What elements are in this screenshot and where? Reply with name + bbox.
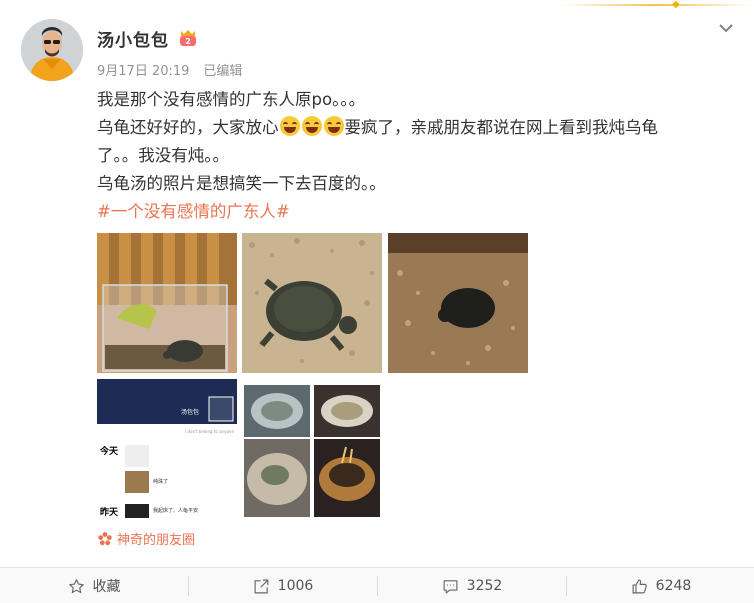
hashtag-link[interactable]: #一个没有感情的广东人# (97, 198, 717, 226)
source-label: 神奇的朋友圈 (117, 533, 196, 548)
thumb-motto: I don't belong to anyone (185, 429, 234, 434)
post-line-2a: 乌龟还好好的，大家放心 (97, 118, 279, 137)
comment-icon (443, 579, 458, 593)
thumb-yesterday: 昨天 (100, 508, 119, 518)
photo-3[interactable] (388, 233, 528, 373)
thumb-yesterday-note: 我起床了。人龟平安 (153, 508, 199, 514)
star-icon (68, 578, 84, 593)
post-meta: 9月17日 20:19 已编辑 (97, 60, 242, 79)
post-line-2b: 要疯了，亲戚朋友都说在网上看到我炖乌龟 (344, 118, 659, 137)
action-bar: 收藏 1006 3252 6248 (0, 567, 754, 603)
share-icon (254, 579, 269, 593)
source-link[interactable]: 神奇的朋友圈 (97, 529, 195, 548)
thumb-profile-name: 汤包包 (181, 409, 200, 416)
post-line-4: 乌龟汤的照片是想搞笑一下去百度的。。 (97, 174, 386, 193)
svg-text:2: 2 (185, 37, 191, 46)
post-line-1: 我是那个没有感情的广东人原po。。。 (97, 90, 366, 109)
chevron-down-icon[interactable] (716, 18, 736, 38)
favorite-label: 收藏 (92, 579, 121, 595)
post-text: 我是那个没有感情的广东人原po。。。 乌龟还好好的，大家放心 要疯了，亲戚朋友都说… (97, 86, 717, 226)
photo-1[interactable] (97, 233, 237, 373)
edited-label[interactable]: 已编辑 (203, 64, 242, 79)
comment-count: 3252 (466, 578, 503, 594)
photo-5[interactable] (242, 379, 382, 519)
laugh-emoji-icon (323, 116, 344, 136)
laugh-emoji-icon (301, 116, 322, 136)
like-button[interactable]: 6248 (567, 568, 754, 603)
photo-4[interactable]: 汤包包 I don't belong to anyone 今天 纯珠了 昨天 我… (97, 379, 237, 519)
photo-2[interactable] (242, 233, 382, 373)
post-line-2: 乌龟还好好的，大家放心 要疯了，亲戚朋友都说在网上看到我炖乌龟 (97, 114, 717, 142)
share-button[interactable]: 1006 (189, 568, 377, 603)
share-count: 1006 (277, 578, 314, 594)
thumbs-up-icon (632, 579, 647, 593)
crown-icon: ◆ (672, 0, 680, 10)
top-decoration: ◆ (560, 0, 754, 10)
thumb-today-note: 纯珠了 (153, 479, 169, 485)
like-count: 6248 (655, 578, 692, 594)
vip-badge-icon[interactable]: 2 (177, 28, 199, 48)
flower-icon (97, 531, 113, 547)
post-line-3: 了。。我没有炖。。 (97, 146, 229, 165)
comment-button[interactable]: 3252 (378, 568, 566, 603)
favorite-button[interactable]: 收藏 (0, 568, 188, 603)
thumb-today: 今天 (100, 447, 119, 457)
avatar[interactable] (21, 19, 83, 81)
laugh-emoji-icon (279, 116, 300, 136)
username[interactable]: 汤小包包 (97, 26, 169, 51)
post-timestamp[interactable]: 9月17日 20:19 (97, 64, 189, 79)
